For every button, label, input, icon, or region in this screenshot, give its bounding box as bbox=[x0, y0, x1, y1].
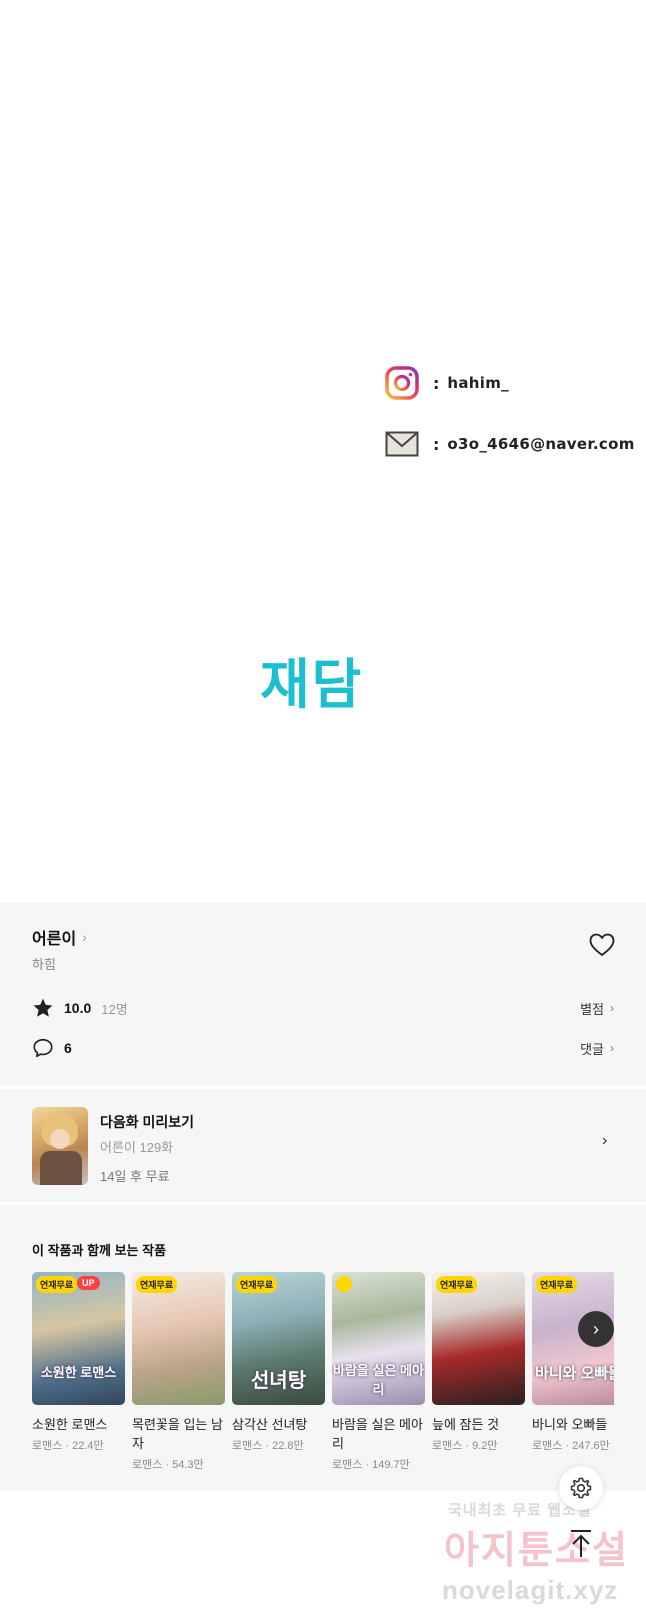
cover-title: 바람을 실은 메아리 bbox=[333, 1363, 424, 1397]
heart-outline-icon[interactable] bbox=[589, 933, 615, 957]
chevron-right-icon: › bbox=[610, 1041, 614, 1055]
recommendation-meta: 로맨스 · 9.2만 bbox=[432, 1440, 498, 1452]
star-icon bbox=[33, 998, 53, 1017]
recommendation-card[interactable]: 연재무료 늪에 잠든 것 로맨스 · 9.2만 bbox=[432, 1272, 525, 1453]
scroll-top-button[interactable] bbox=[563, 1524, 599, 1564]
watermark-line3: novelagit.xyz bbox=[442, 1575, 619, 1605]
chevron-right-icon: › bbox=[82, 929, 87, 945]
recommendations-title: 이 작품과 함께 보는 작품 bbox=[32, 1243, 167, 1258]
section-divider bbox=[0, 1086, 646, 1089]
recommendation-card[interactable]: 연재무료 UP 소원한 로맨스 소원한 로맨스 로맨스 · 22.4만 bbox=[32, 1272, 125, 1453]
next-episode-free-info: 14일 후 무료 bbox=[100, 1169, 170, 1184]
recommendation-meta: 로맨스 · 22.8만 bbox=[232, 1440, 304, 1452]
recommendation-name: 바람을 실은 메아리 bbox=[332, 1417, 423, 1451]
comment-count: 6 bbox=[64, 1040, 72, 1056]
rating-count: 12명 bbox=[101, 1001, 128, 1017]
speech-bubble-icon bbox=[33, 1038, 53, 1058]
email-handle: o3o_4646@naver.com bbox=[447, 435, 635, 453]
free-badge: 연재무료 bbox=[436, 1276, 478, 1293]
recommendation-card[interactable]: 바람을 실은 메아리 바람을 실은 메아리 로맨스 · 149.7만 bbox=[332, 1272, 425, 1472]
chevron-right-icon: › bbox=[610, 1001, 614, 1015]
recommendation-card[interactable]: 연재무료 선녀탕 삼각산 선녀탕 로맨스 · 22.8만 bbox=[232, 1272, 325, 1453]
work-author: 하힘 bbox=[32, 957, 56, 972]
instagram-colon: : bbox=[433, 373, 440, 393]
recommendation-name: 삼각산 선녀탕 bbox=[232, 1417, 308, 1432]
work-info-panel: 어른이 › 하힘 10.0 12명 별점 › 6 댓글 › 다음화 미리보기 어… bbox=[0, 903, 646, 1491]
recommendation-cover: 연재무료 선녀탕 bbox=[232, 1272, 325, 1405]
settings-button[interactable] bbox=[559, 1466, 603, 1510]
recommendation-cover: 연재무료 UP 소원한 로맨스 bbox=[32, 1272, 125, 1405]
instagram-icon bbox=[385, 366, 419, 400]
jaedam-logo: 재담 bbox=[260, 653, 364, 716]
rating-link-label: 별점 bbox=[580, 1001, 604, 1017]
recommendation-name: 바니와 오빠들 bbox=[532, 1417, 608, 1432]
recommendation-meta: 로맨스 · 22.4만 bbox=[32, 1440, 104, 1452]
next-episode-number: 어른이 129화 bbox=[100, 1140, 174, 1155]
recommendation-name: 늪에 잠든 것 bbox=[432, 1417, 500, 1432]
email-colon: : bbox=[433, 434, 440, 454]
comments-link[interactable]: 댓글 › bbox=[580, 1039, 614, 1058]
arrow-up-icon bbox=[571, 1530, 591, 1557]
comments-link-label: 댓글 bbox=[580, 1041, 604, 1057]
comments-row: 6 댓글 › bbox=[32, 1036, 614, 1060]
cover-title: 소원한 로맨스 bbox=[40, 1365, 117, 1380]
recommendation-cover: 바람을 실은 메아리 bbox=[332, 1272, 425, 1405]
comic-image-area: : hahim_ : o3o_4646@naver.com 재담 bbox=[0, 0, 646, 903]
cover-title: 바니와 오빠들 bbox=[535, 1365, 614, 1382]
email-contact: : o3o_4646@naver.com bbox=[385, 431, 635, 457]
recommendation-card[interactable]: 연재무료 목련꽃을 입는 남자 로맨스 · 54.3만 bbox=[132, 1272, 225, 1472]
recommendation-cover: 연재무료 bbox=[432, 1272, 525, 1405]
free-badge: 연재무료 bbox=[136, 1276, 178, 1293]
recommendation-meta: 로맨스 · 149.7만 bbox=[332, 1459, 410, 1471]
rating-row: 10.0 12명 별점 › bbox=[32, 996, 614, 1020]
rating-score: 10.0 bbox=[64, 1000, 92, 1016]
clock-icon bbox=[336, 1276, 352, 1292]
recommendation-meta: 로맨스 · 247.6만 bbox=[532, 1440, 610, 1452]
work-title: 어른이 bbox=[32, 931, 77, 948]
work-title-link[interactable]: 어른이 › bbox=[32, 925, 87, 949]
recommendation-name: 목련꽃을 입는 남자 bbox=[132, 1417, 223, 1451]
recommendation-meta: 로맨스 · 54.3만 bbox=[132, 1459, 204, 1471]
recommendation-card[interactable]: 연재무료 바니와 오빠들 바니와 오빠들 로맨스 · 247.6만 bbox=[532, 1272, 614, 1453]
site-watermark: 국내최초 무료 웹소설 아지툰소설 novelagit.xyz bbox=[440, 1495, 640, 1609]
free-badge: 연재무료 bbox=[536, 1276, 578, 1293]
recommendations-section: 이 작품과 함께 보는 작품 연재무료 UP 소원한 로맨스 소원한 로맨스 로… bbox=[0, 1206, 646, 1491]
free-badge: 연재무료 bbox=[236, 1276, 278, 1293]
rating-link[interactable]: 별점 › bbox=[580, 999, 614, 1018]
chevron-right-icon: › bbox=[593, 1318, 599, 1339]
envelope-icon bbox=[385, 431, 419, 457]
section-divider bbox=[0, 1202, 646, 1205]
next-episode-preview[interactable]: 다음화 미리보기 어른이 129화 14일 후 무료 › bbox=[0, 1090, 646, 1202]
watermark-line2: 아지툰소설 bbox=[444, 1530, 629, 1572]
up-badge: UP bbox=[77, 1276, 100, 1290]
next-episode-title: 다음화 미리보기 bbox=[100, 1114, 195, 1130]
recommendation-cover: 연재무료 bbox=[132, 1272, 225, 1405]
carousel-next-button[interactable]: › bbox=[578, 1311, 614, 1347]
next-episode-thumbnail bbox=[32, 1107, 88, 1185]
cover-title: 선녀탕 bbox=[250, 1370, 307, 1392]
instagram-contact: : hahim_ bbox=[385, 366, 509, 400]
chevron-right-icon: › bbox=[602, 1132, 608, 1149]
work-summary: 어른이 › 하힘 10.0 12명 별점 › 6 댓글 › bbox=[0, 903, 646, 1089]
recommendation-name: 소원한 로맨스 bbox=[32, 1417, 108, 1432]
instagram-handle: hahim_ bbox=[447, 374, 509, 392]
gear-icon bbox=[570, 1477, 592, 1499]
free-badge: 연재무료 bbox=[36, 1276, 78, 1293]
recommendations-carousel[interactable]: 연재무료 UP 소원한 로맨스 소원한 로맨스 로맨스 · 22.4만 연재무료… bbox=[32, 1272, 614, 1472]
